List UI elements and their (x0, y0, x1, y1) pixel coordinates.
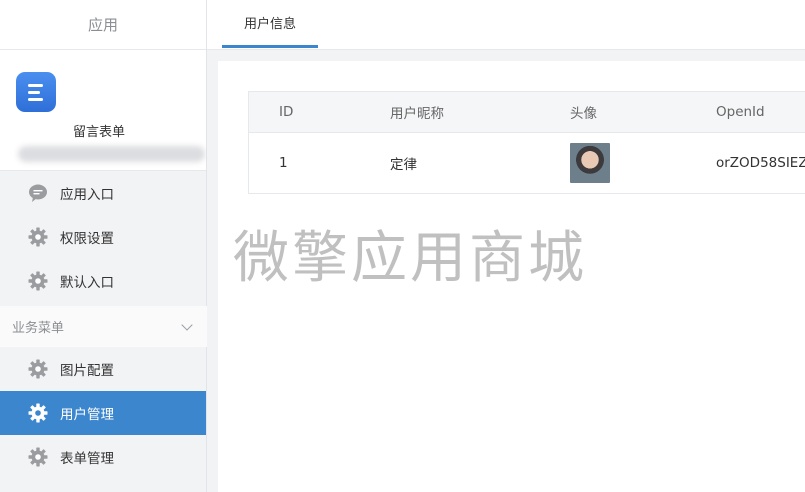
app-name: 留言表单 (73, 125, 126, 140)
avatar (570, 143, 610, 183)
cell-openid: orZOD58SIEZ (716, 155, 805, 171)
cell-id: 1 (279, 155, 288, 171)
cell-nickname: 定律 (390, 157, 417, 173)
sidebar-item-label: 默认入口 (60, 275, 114, 291)
sidebar-item-app-entry[interactable]: 应用入口 (0, 171, 206, 215)
gear-icon (28, 227, 48, 247)
sidebar-header: 应用 (0, 0, 206, 50)
top-tab-bar: 用户信息 (207, 0, 805, 50)
table-header: ID 用户昵称 头像 OpenId (249, 92, 805, 133)
column-header-avatar: 头像 (570, 106, 597, 122)
blurred-text (18, 146, 205, 162)
section-label: 业务菜单 (12, 321, 65, 336)
watermark: 微擎应用商城 (233, 226, 587, 291)
chevron-down-icon (181, 318, 193, 331)
sidebar-item-label: 表单管理 (60, 451, 114, 467)
gear-icon (28, 447, 48, 467)
gear-icon (28, 403, 48, 423)
gear-icon (28, 271, 48, 291)
section-business-menu[interactable]: 业务菜单 (0, 306, 207, 347)
column-header-nickname: 用户昵称 (390, 106, 444, 122)
sidebar-item-default-entry[interactable]: 默认入口 (0, 259, 206, 303)
column-header-id: ID (279, 104, 294, 120)
sidebar-item-user-management[interactable]: 用户管理 (0, 391, 206, 435)
sidebar-item-permissions[interactable]: 权限设置 (0, 215, 206, 259)
sidebar-item-label: 图片配置 (60, 363, 114, 379)
tab-user-info[interactable]: 用户信息 (222, 0, 318, 48)
chat-icon (28, 183, 48, 203)
gear-icon (28, 359, 48, 379)
form-app-icon (16, 72, 56, 112)
sidebar-item-label: 用户管理 (60, 407, 114, 423)
sidebar-item-image-config[interactable]: 图片配置 (0, 347, 206, 391)
column-header-openid: OpenId (716, 104, 765, 120)
sidebar-item-form-management[interactable]: 表单管理 (0, 435, 206, 479)
table-row: 1 定律 orZOD58SIEZ (249, 133, 805, 193)
sidebar-item-label: 应用入口 (60, 187, 114, 203)
user-table: ID 用户昵称 头像 OpenId 1 定律 orZOD58SIEZ (248, 91, 805, 194)
cell-avatar (570, 133, 610, 193)
sidebar-item-label: 权限设置 (60, 231, 114, 247)
